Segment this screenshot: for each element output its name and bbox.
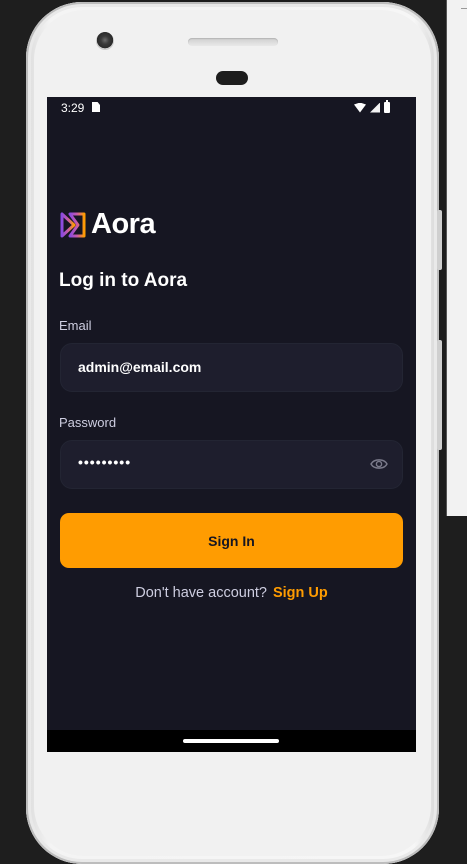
status-time: 3:29 [61, 101, 85, 115]
home-indicator[interactable] [183, 739, 279, 743]
logo-text: Aora [91, 208, 156, 240]
power-button [437, 340, 442, 450]
status-icons [354, 100, 390, 113]
proximity-sensor [216, 71, 248, 85]
app-logo: Aora [59, 208, 156, 241]
status-bar: 3:29 [47, 97, 416, 119]
signup-prompt: Don't have account? [135, 585, 267, 601]
aora-logo-icon [60, 212, 86, 237]
password-field[interactable]: ••••••••• [60, 440, 403, 489]
eye-icon[interactable] [370, 457, 388, 471]
camera-icon [96, 32, 114, 50]
sign-up-link[interactable]: Sign Up [273, 585, 328, 601]
password-label: Password [59, 415, 117, 430]
sign-in-button[interactable]: Sign In [60, 513, 403, 568]
sim-card-icon [92, 102, 100, 112]
signal-icon [370, 102, 380, 113]
volume-button [437, 210, 442, 270]
email-field[interactable]: admin@email.com [60, 343, 403, 392]
email-label: Email [59, 318, 92, 333]
wifi-icon [354, 102, 366, 113]
window-minimize-mark [461, 8, 467, 9]
earpiece-speaker [188, 38, 278, 46]
signup-row: Don't have account? Sign Up [47, 585, 416, 601]
email-value[interactable]: admin@email.com [78, 359, 201, 375]
background-window [446, 0, 467, 516]
page-title: Log in to Aora [59, 270, 188, 291]
sign-in-label: Sign In [208, 532, 255, 549]
battery-icon [384, 100, 390, 113]
password-value[interactable]: ••••••••• [78, 454, 131, 470]
navigation-bar [47, 730, 416, 752]
app-screen: 3:29 Aora Log in to Aora Email admin@ema… [47, 97, 416, 752]
